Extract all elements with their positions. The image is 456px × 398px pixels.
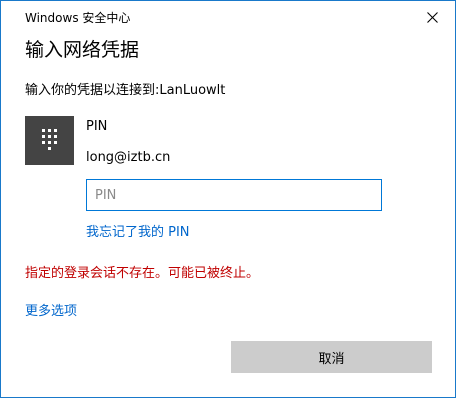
close-button[interactable]: [409, 1, 455, 33]
connection-prompt: 输入你的凭据以连接到:LanLuowlt: [25, 83, 226, 98]
credential-dialog: Windows 安全中心 输入网络凭据 输入你的凭据以连接到:LanLuowlt…: [0, 0, 456, 398]
credential-type-label: PIN: [86, 119, 108, 134]
credential-username: long@iztb.cn: [86, 150, 171, 165]
dialog-heading: 输入网络凭据: [25, 39, 140, 61]
pin-keypad-icon: [42, 129, 57, 150]
window-title: Windows 安全中心: [25, 11, 131, 25]
forgot-pin-link[interactable]: 我忘记了我的 PIN: [86, 224, 190, 242]
pin-input[interactable]: [86, 179, 382, 211]
more-options-link[interactable]: 更多选项: [25, 303, 77, 321]
pin-tile: [25, 116, 74, 165]
error-message: 指定的登录会话不存在。可能已被终止。: [25, 266, 260, 281]
close-icon[interactable]: [426, 11, 438, 23]
cancel-button[interactable]: 取消: [231, 341, 432, 373]
